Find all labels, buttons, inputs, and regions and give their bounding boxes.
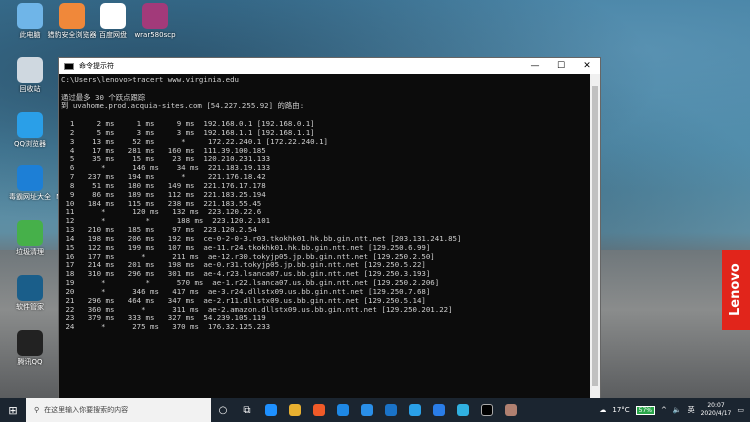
close-button[interactable]: ✕ (574, 61, 600, 71)
taskbar-app-icon[interactable] (307, 398, 331, 422)
title-bar[interactable]: 命令提示符 — ☐ ✕ (59, 58, 600, 74)
trace-target: 到 uvahome.prod.acquia-sites.com [54.227.… (61, 101, 305, 111)
taskbar-app-icon[interactable] (403, 398, 427, 422)
console-output[interactable]: C:\Users\lenovo>tracert www.virginia.edu… (59, 74, 590, 399)
volume-icon[interactable]: 🔈 (673, 406, 682, 414)
scrollbar[interactable] (590, 74, 600, 399)
desktop-icon-label: wrar580scp (134, 31, 176, 39)
taskbar-search[interactable]: ⚲ 在这里输入你要搜索的内容 (26, 398, 211, 422)
ime-indicator[interactable]: 英 (688, 405, 695, 415)
taskbar-app-icon[interactable] (283, 398, 307, 422)
clock-date: 2020/4/17 (700, 410, 732, 417)
cortana-icon[interactable]: ○ (211, 398, 235, 422)
app-icon (59, 3, 85, 29)
cmd-icon (64, 62, 74, 70)
taskbar-app-icon[interactable] (427, 398, 451, 422)
taskbar-app-icon[interactable] (379, 398, 403, 422)
app-icon (142, 3, 168, 29)
scrollbar-thumb[interactable] (592, 86, 598, 386)
tray-chevron-icon[interactable]: ^ (661, 406, 667, 414)
search-placeholder: 在这里输入你要搜索的内容 (44, 406, 129, 414)
windows-start-icon[interactable]: ⊞ (0, 404, 26, 417)
taskbar-app-icon[interactable] (499, 398, 523, 422)
app-icon (17, 3, 43, 29)
notification-icon[interactable]: ▭ (737, 406, 744, 414)
weather-temp[interactable]: 17°C (612, 406, 629, 414)
app-icon (17, 330, 43, 356)
command-line: C:\Users\lenovo>tracert www.virginia.edu (61, 75, 239, 84)
taskbar-app-icon[interactable] (475, 398, 499, 422)
app-icon (100, 3, 126, 29)
desktop-icon[interactable]: wrar580scp (130, 3, 180, 40)
battery-indicator[interactable]: 57% (635, 405, 656, 415)
task-view-icon[interactable]: ⧉ (235, 398, 259, 422)
app-icon (17, 112, 43, 138)
window-title: 命令提示符 (79, 62, 114, 70)
app-icon (17, 275, 43, 301)
clock-time: 20:07 (707, 402, 725, 409)
taskbar-app-icon[interactable] (451, 398, 475, 422)
taskbar-app-icon[interactable] (259, 398, 283, 422)
app-icon (17, 57, 43, 83)
app-icon (17, 220, 43, 246)
minimize-button[interactable]: — (522, 61, 548, 71)
search-icon: ⚲ (34, 406, 40, 414)
app-icon (17, 165, 43, 191)
taskbar-app-icon[interactable] (331, 398, 355, 422)
taskbar: ⊞ ⚲ 在这里输入你要搜索的内容 ○ ⧉ ☁ 17°C 57% ^ 🔈 英 20:… (0, 398, 750, 422)
cmd-window[interactable]: 命令提示符 — ☐ ✕ C:\Users\lenovo>tracert www.… (58, 57, 601, 400)
clock[interactable]: 20:07 2020/4/17 (701, 402, 732, 418)
taskbar-app-icon[interactable] (355, 398, 379, 422)
hop-row: 24 * 275 ms 370 ms 176.32.125.233 (61, 322, 271, 332)
weather-icon: ☁ (599, 406, 607, 414)
maximize-button[interactable]: ☐ (548, 61, 574, 71)
lenovo-logo: Lenovo (722, 250, 750, 330)
